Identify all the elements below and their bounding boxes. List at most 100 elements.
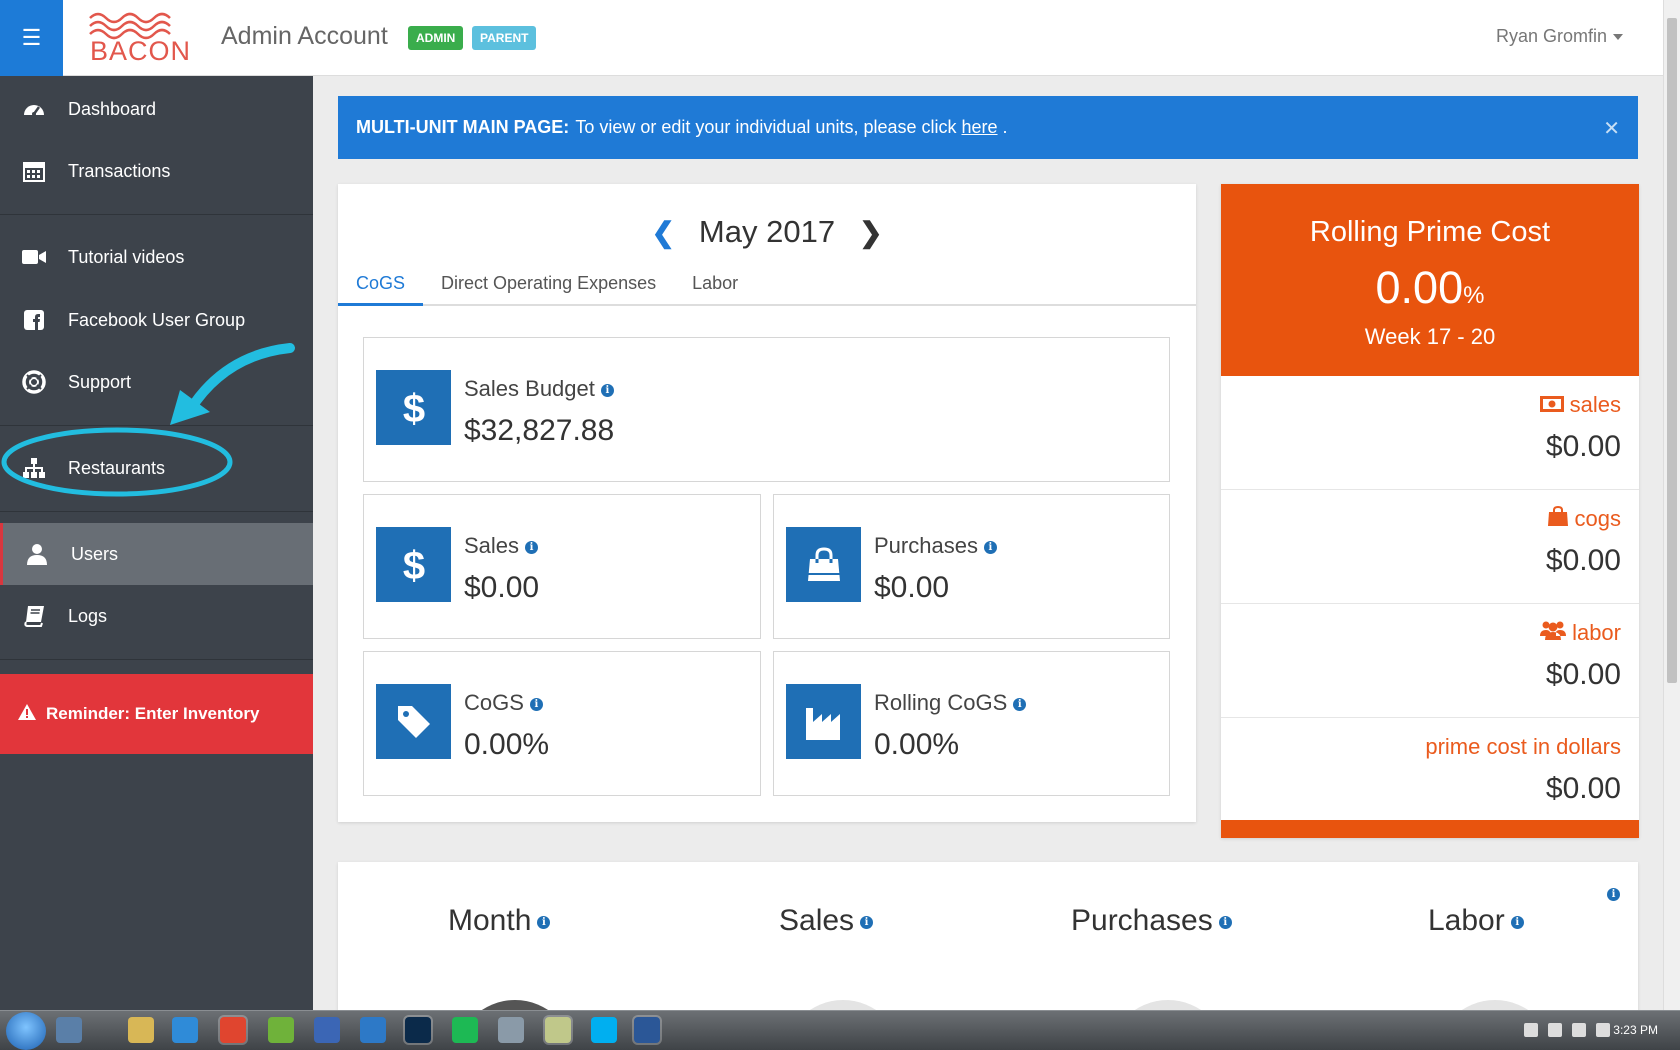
info-icon[interactable]: i bbox=[529, 697, 543, 711]
scroll-thumb[interactable] bbox=[1667, 18, 1677, 683]
video-camera-icon bbox=[0, 248, 68, 266]
signal-icon[interactable] bbox=[1572, 1023, 1586, 1037]
top-bar: ☰ BACON Admin Account ADMIN PARENT Ryan … bbox=[0, 0, 1663, 76]
prime-row-sales: sales $0.00 bbox=[1221, 376, 1639, 490]
reminder-enter-inventory[interactable]: Reminder: Enter Inventory bbox=[0, 674, 313, 754]
utorrent-icon[interactable] bbox=[268, 1017, 294, 1043]
purchases-label-row: Purchases i bbox=[874, 533, 997, 559]
browser-icon[interactable] bbox=[314, 1017, 340, 1043]
tag-icon bbox=[376, 684, 451, 759]
user-name: Ryan Gromfin bbox=[1495, 26, 1607, 46]
sidebar-divider bbox=[0, 659, 313, 660]
chevron-left-icon[interactable]: ❮ bbox=[651, 216, 674, 249]
word-icon[interactable] bbox=[634, 1017, 660, 1043]
tab-labor[interactable]: Labor bbox=[674, 268, 756, 306]
prime-row-label: sales bbox=[1539, 392, 1621, 418]
sidebar-item-restaurants[interactable]: Restaurants bbox=[0, 437, 313, 499]
info-icon[interactable]: i bbox=[1607, 888, 1620, 901]
info-icon[interactable]: i bbox=[1013, 697, 1027, 711]
prime-row-sales-label: sales bbox=[1569, 392, 1621, 417]
info-icon[interactable]: i bbox=[600, 383, 614, 397]
info-icon[interactable]: i bbox=[525, 540, 539, 554]
sidebar-item-facebook-user-group[interactable]: Facebook User Group bbox=[0, 289, 313, 351]
tray-arrow-icon[interactable] bbox=[1524, 1023, 1538, 1037]
internet-explorer-icon[interactable] bbox=[172, 1017, 198, 1043]
folder-icon[interactable] bbox=[545, 1017, 571, 1043]
hamburger-icon: ☰ bbox=[21, 25, 42, 50]
cogs-card: ❮ May 2017 ❯ CoGS Direct Operating Expen… bbox=[338, 184, 1196, 822]
user-menu-dropdown[interactable]: Ryan Gromfin bbox=[1496, 26, 1623, 47]
sales-budget-box: $ Sales Budget i $32,827.88 bbox=[363, 337, 1170, 482]
volume-icon[interactable] bbox=[1596, 1023, 1610, 1037]
spotify-icon[interactable] bbox=[452, 1017, 478, 1043]
tab-direct-operating-expenses[interactable]: Direct Operating Expenses bbox=[423, 268, 674, 306]
info-icon[interactable]: i bbox=[860, 915, 874, 929]
prime-row-cogs-value: $0.00 bbox=[1545, 544, 1621, 577]
prime-cost-header: Rolling Prime Cost 0.00% Week 17 - 20 bbox=[1221, 184, 1639, 376]
dashboard-icon bbox=[0, 99, 68, 119]
sales-label: Sales bbox=[464, 533, 520, 558]
start-button[interactable] bbox=[6, 1012, 46, 1050]
hamburger-menu-button[interactable]: ☰ bbox=[0, 0, 63, 76]
sidebar-item-users[interactable]: Users bbox=[0, 523, 313, 585]
users-icon bbox=[1540, 620, 1567, 646]
alert-text: To view or edit your individual units, p… bbox=[575, 117, 957, 137]
tab-bar: CoGS Direct Operating Expenses Labor bbox=[338, 268, 1196, 306]
industry-icon bbox=[786, 684, 861, 759]
rolling-prime-cost-card: Rolling Prime Cost 0.00% Week 17 - 20 sa… bbox=[1221, 184, 1639, 838]
file-explorer-icon[interactable] bbox=[128, 1017, 154, 1043]
svg-text:$: $ bbox=[402, 387, 424, 430]
chevron-right-icon[interactable]: ❯ bbox=[859, 216, 882, 249]
summary-labor-label: Labor bbox=[1428, 904, 1505, 937]
info-icon[interactable]: i bbox=[537, 915, 551, 929]
chrome-icon[interactable] bbox=[220, 1017, 246, 1043]
month-navigator: ❮ May 2017 ❯ bbox=[338, 214, 1196, 250]
close-icon[interactable]: ✕ bbox=[1603, 116, 1620, 141]
rolling-cogs-label: Rolling CoGS bbox=[874, 690, 1008, 715]
prime-cost-value: 0.00 bbox=[1375, 262, 1464, 313]
sales-budget-value: $32,827.88 bbox=[464, 414, 615, 447]
purchases-label: Purchases bbox=[874, 533, 978, 558]
flag-icon[interactable] bbox=[1548, 1023, 1562, 1037]
admin-badge: ADMIN bbox=[408, 26, 464, 50]
sidebar-item-dashboard[interactable]: Dashboard bbox=[0, 78, 313, 140]
calendar-icon bbox=[0, 160, 68, 182]
skype-icon[interactable] bbox=[591, 1017, 617, 1043]
info-icon[interactable]: i bbox=[1510, 915, 1524, 929]
cogs-value: 0.00% bbox=[464, 728, 550, 761]
alert-title: MULTI-UNIT MAIN PAGE: bbox=[356, 117, 570, 137]
facebook-icon bbox=[0, 310, 68, 330]
sidebar-item-label: Transactions bbox=[68, 160, 171, 181]
sidebar-item-support[interactable]: Support bbox=[0, 351, 313, 413]
sidebar-item-tutorial-videos[interactable]: Tutorial videos bbox=[0, 226, 313, 288]
network-icon[interactable] bbox=[360, 1017, 386, 1043]
info-icon[interactable]: i bbox=[1218, 915, 1232, 929]
alert-here-link[interactable]: here bbox=[962, 117, 998, 138]
multi-unit-alert: MULTI-UNIT MAIN PAGE: To view or edit yo… bbox=[338, 96, 1638, 159]
tab-cogs[interactable]: CoGS bbox=[338, 268, 424, 306]
sidebar-item-logs[interactable]: Logs bbox=[0, 585, 313, 647]
summary-month-header: Month i bbox=[448, 904, 551, 938]
summary-purchases-header: Purchases i bbox=[1071, 904, 1232, 938]
cogs-label: CoGS bbox=[464, 690, 524, 715]
book-icon bbox=[0, 605, 68, 627]
sales-budget-label: Sales Budget bbox=[464, 376, 595, 401]
prime-row-prime-cost-label: prime cost in dollars bbox=[1425, 734, 1621, 759]
info-icon[interactable]: i bbox=[983, 540, 997, 554]
photoshop-icon[interactable] bbox=[405, 1017, 431, 1043]
sales-value: $0.00 bbox=[464, 571, 540, 604]
summary-month-label: Month bbox=[448, 904, 532, 937]
page-scrollbar[interactable] bbox=[1663, 0, 1680, 1010]
show-desktop-icon[interactable] bbox=[56, 1017, 82, 1043]
sidebar-item-transactions[interactable]: Transactions bbox=[0, 140, 313, 202]
dollar-icon: $ bbox=[376, 527, 451, 602]
taskbar-clock[interactable]: 3:23 PM bbox=[1613, 1023, 1658, 1037]
reminder-label: Reminder: Enter Inventory bbox=[46, 704, 260, 723]
prime-row-prime-cost-value: $0.00 bbox=[1545, 772, 1621, 805]
system-tray bbox=[1524, 1023, 1610, 1037]
prime-cost-unit: % bbox=[1463, 282, 1485, 309]
purchases-value: $0.00 bbox=[874, 571, 950, 604]
notepad-icon[interactable] bbox=[498, 1017, 524, 1043]
sidebar-divider bbox=[0, 214, 313, 215]
sidebar-divider bbox=[0, 425, 313, 426]
